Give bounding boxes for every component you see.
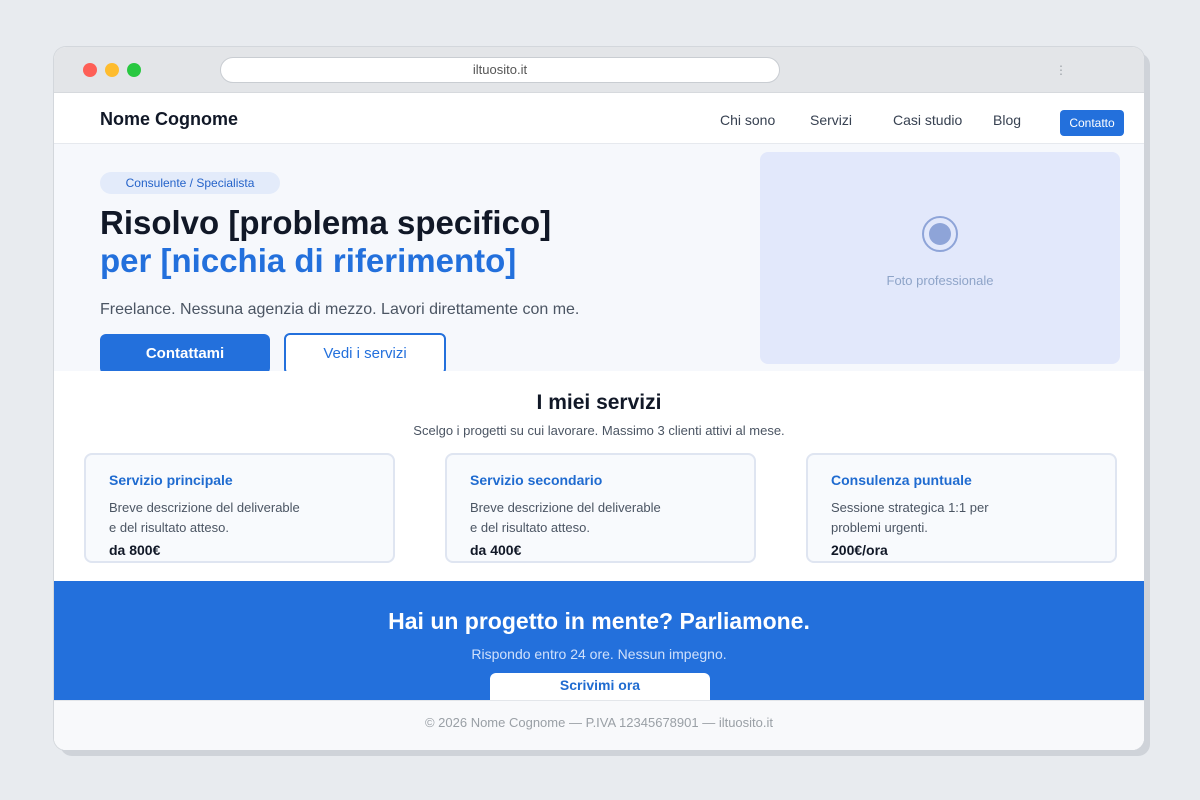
address-bar[interactable]: iltuosito.it xyxy=(220,57,780,83)
service-card-description: Sessione strategica 1:1 per problemi urg… xyxy=(831,498,1051,538)
browser-window: iltuosito.it ⋮ Nome Cognome Chi sono Ser… xyxy=(54,47,1144,750)
browser-toolbar: iltuosito.it ⋮ xyxy=(54,47,1144,93)
service-card-desc-line: e del risultato atteso. xyxy=(109,520,229,535)
hero-title-line2: per [nicchia di riferimento] xyxy=(100,242,517,279)
service-card-price: 200€/ora xyxy=(831,542,888,558)
photo-label: Foto professionale xyxy=(886,273,994,288)
web-page: Nome Cognome Chi sono Servizi Casi studi… xyxy=(54,93,1144,750)
service-card-price: da 400€ xyxy=(470,542,522,558)
services-title: I miei servizi xyxy=(536,391,662,414)
cta-section: Hai un progetto in mente? Parliamone. Ri… xyxy=(54,581,1144,713)
services-section: I miei servizi Scelgo i progetti su cui … xyxy=(54,371,1144,579)
photo-placeholder: Foto professionale xyxy=(760,152,1120,364)
cta-subtitle: Rispondo entro 24 ore. Nessun impegno. xyxy=(471,646,727,662)
nav-link-casi-studio[interactable]: Casi studio xyxy=(893,112,962,128)
service-card-title: Consulenza puntuale xyxy=(831,472,972,488)
close-window-button[interactable] xyxy=(83,63,97,77)
service-card-description: Breve descrizione del deliverable e del … xyxy=(470,498,690,538)
cta-title: Hai un progetto in mente? Parliamone. xyxy=(388,608,810,634)
service-card-description: Breve descrizione del deliverable e del … xyxy=(109,498,329,538)
hero-subtitle: Freelance. Nessuna agenzia di mezzo. Lav… xyxy=(100,301,580,318)
service-card-price: da 800€ xyxy=(109,542,161,558)
service-card-desc-line: problemi urgenti. xyxy=(831,520,928,535)
services-subtitle: Scelgo i progetti su cui lavorare. Massi… xyxy=(413,423,785,438)
minimize-window-button[interactable] xyxy=(105,63,119,77)
site-header: Nome Cognome Chi sono Servizi Casi studi… xyxy=(54,93,1144,144)
service-card-title: Servizio secondario xyxy=(470,472,603,488)
nav-link-blog[interactable]: Blog xyxy=(993,112,1021,128)
browser-menu-icon[interactable]: ⋮ xyxy=(1055,61,1067,79)
service-card-secondary[interactable]: Servizio secondario Breve descrizione de… xyxy=(445,453,756,563)
maximize-window-button[interactable] xyxy=(127,63,141,77)
service-card-main[interactable]: Servizio principale Breve descrizione de… xyxy=(84,453,395,563)
service-card-desc-line: Breve descrizione del deliverable xyxy=(109,500,300,515)
service-card-title: Servizio principale xyxy=(109,472,233,488)
nav-link-chi-sono[interactable]: Chi sono xyxy=(720,112,775,128)
photo-icon xyxy=(922,216,958,252)
hero-section: Consulente / Specialista Risolvo [proble… xyxy=(54,144,1144,375)
service-card-consulting[interactable]: Consulenza puntuale Sessione strategica … xyxy=(806,453,1117,563)
contact-me-button[interactable]: Contattami xyxy=(100,334,270,374)
nav-link-servizi[interactable]: Servizi xyxy=(810,112,852,128)
footer-text: © 2026 Nome Cognome — P.IVA 12345678901 … xyxy=(424,715,774,730)
view-services-button[interactable]: Vedi i servizi xyxy=(284,333,446,375)
service-card-desc-line: Sessione strategica 1:1 per xyxy=(831,500,989,515)
nav-contact-button[interactable]: Contatto xyxy=(1060,110,1124,136)
service-card-desc-line: Breve descrizione del deliverable xyxy=(470,500,661,515)
role-badge: Consulente / Specialista xyxy=(100,172,280,194)
service-card-desc-line: e del risultato atteso. xyxy=(470,520,590,535)
site-footer: © 2026 Nome Cognome — P.IVA 12345678901 … xyxy=(54,700,1144,750)
site-brand[interactable]: Nome Cognome xyxy=(100,109,238,130)
hero-title-line1: Risolvo [problema specifico] xyxy=(100,204,552,241)
